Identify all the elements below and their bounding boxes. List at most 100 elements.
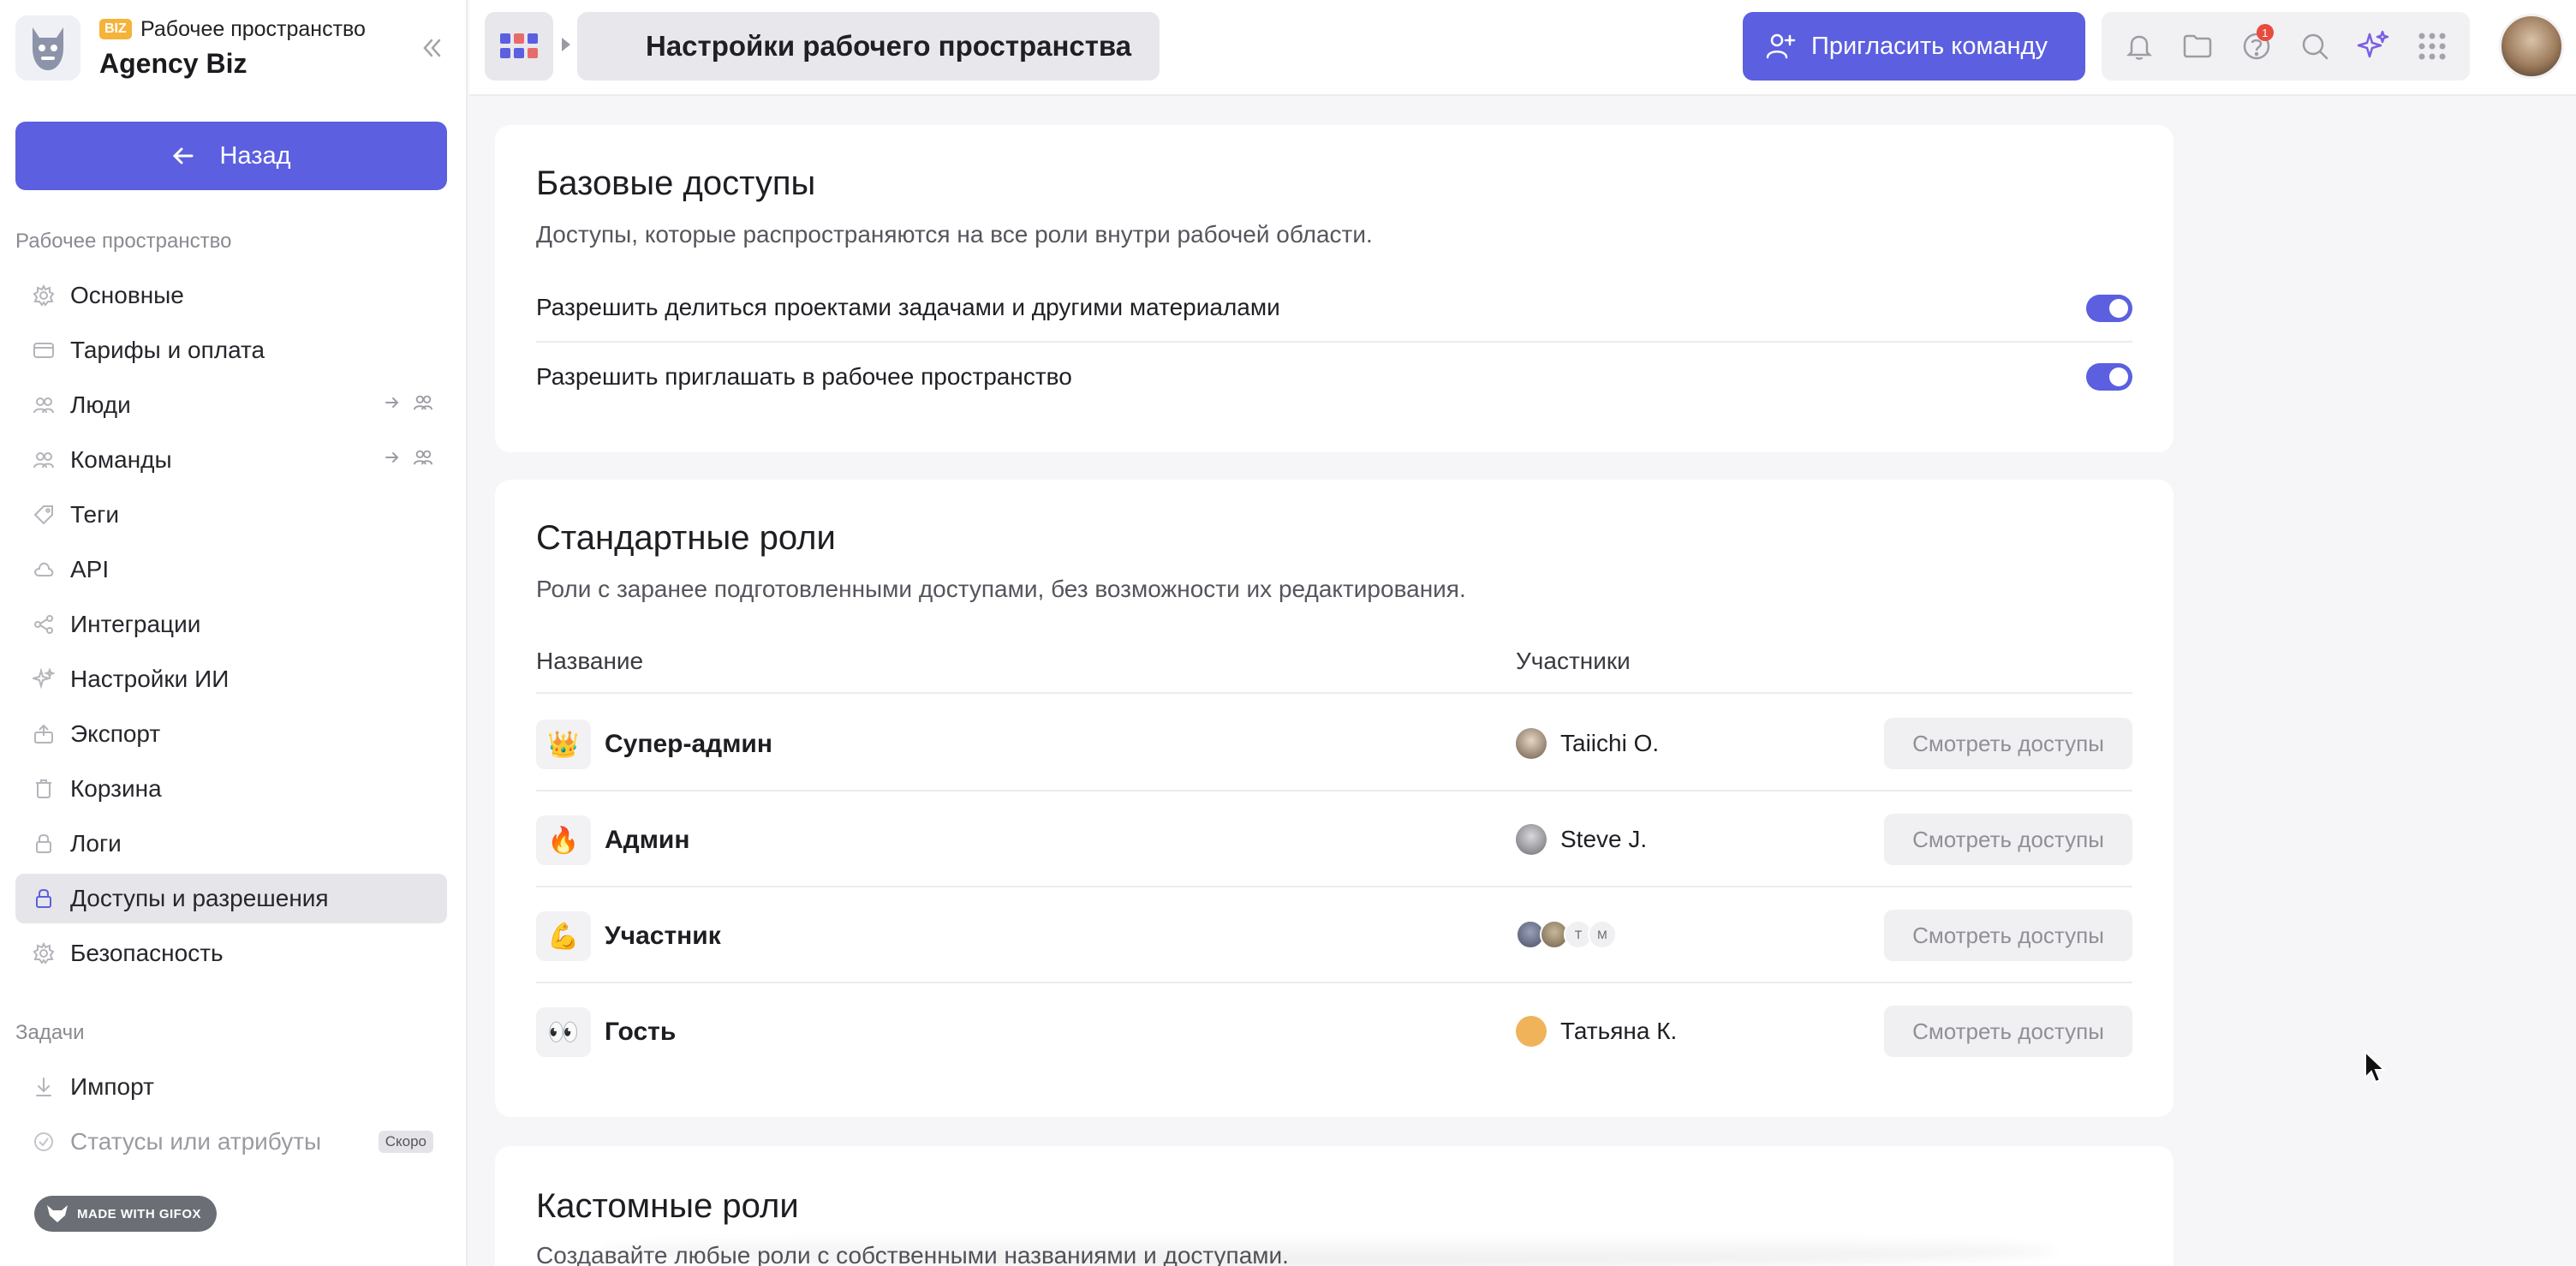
fire-icon: 🔥 xyxy=(536,815,591,865)
import-icon xyxy=(31,1074,57,1100)
sidebar-item-label: Команды xyxy=(70,446,172,473)
bottom-shadow xyxy=(599,1233,2055,1266)
arrow-left-icon xyxy=(173,147,194,164)
sidebar-item-label: Настройки ИИ xyxy=(70,666,230,692)
sidebar-item-access-permissions[interactable]: Доступы и разрешения xyxy=(15,874,447,923)
people-icon xyxy=(413,395,433,410)
avatar xyxy=(1516,728,1547,759)
workspace-logo xyxy=(15,15,80,81)
ai-sparkle-icon[interactable] xyxy=(2352,26,2394,67)
lock-icon xyxy=(31,831,57,857)
sidebar-item-tags[interactable]: Теги xyxy=(15,490,447,540)
column-header-name: Название xyxy=(536,648,644,674)
role-name: Гость xyxy=(605,1018,677,1046)
sidebar-item-label: Люди xyxy=(70,391,131,418)
table-row: 💪 Участник T M Смотреть доступы xyxy=(536,887,2132,983)
section-title-tasks: Задачи xyxy=(15,1021,85,1044)
basic-access-title: Базовые доступы xyxy=(536,164,816,202)
sidebar-item-label: API xyxy=(70,556,110,582)
sidebar-item-api[interactable]: API xyxy=(15,545,447,594)
sidebar-item-label: Теги xyxy=(70,501,119,528)
lock-icon xyxy=(31,886,57,911)
basic-access-description: Доступы, которые распространяются на все… xyxy=(536,221,1373,248)
breadcrumb-separator-icon xyxy=(562,38,570,51)
search-icon[interactable] xyxy=(2294,26,2335,67)
topbar: Настройки рабочего пространства Пригласи… xyxy=(469,0,2576,96)
avatar-stack: T M xyxy=(1516,920,1617,949)
roles-table-header: Название Участники xyxy=(536,630,2132,694)
sidebar-item-label: Основные xyxy=(70,282,184,308)
gifox-watermark: MADE WITH GIFOX xyxy=(34,1196,217,1232)
trash-icon xyxy=(31,776,57,802)
table-row: 👀 Гость Татьяна К. Смотреть доступы xyxy=(536,983,2132,1079)
cloud-icon xyxy=(31,557,57,582)
sidebar-item-label: Безопасность xyxy=(70,940,224,966)
sidebar-item-trash[interactable]: Корзина xyxy=(15,764,447,814)
share-permission-toggle[interactable] xyxy=(2086,295,2132,322)
sidebar-item-export[interactable]: Экспорт xyxy=(15,709,447,759)
sidebar-item-ai-settings[interactable]: Настройки ИИ xyxy=(15,654,447,704)
view-permissions-button[interactable]: Смотреть доступы xyxy=(1884,910,2132,961)
help-icon[interactable]: 1 xyxy=(2236,24,2277,67)
table-row: 🔥 Админ Steve J. Смотреть доступы xyxy=(536,791,2132,887)
section-title-workspace: Рабочее пространство xyxy=(15,230,232,253)
sidebar-item-label: Тарифы и оплата xyxy=(70,337,265,363)
avatar xyxy=(1516,824,1547,855)
view-permissions-button[interactable]: Смотреть доступы xyxy=(1884,718,2132,769)
permission-label: Разрешить делиться проектами задачами и … xyxy=(536,294,1280,320)
invite-team-button[interactable]: Пригласить команду xyxy=(1743,12,2085,81)
cursor-icon xyxy=(2364,1050,2387,1084)
role-member: Taiichi O. xyxy=(1516,728,1659,759)
sidebar-item-label: Импорт xyxy=(70,1073,154,1100)
role-name: Участник xyxy=(605,922,721,950)
view-permissions-button[interactable]: Смотреть доступы xyxy=(1884,1006,2132,1057)
sidebar-item-statuses: Статусы или атрибуты Скоро xyxy=(15,1117,447,1167)
invite-label: Пригласить команду xyxy=(1811,32,2048,60)
workspace-label: Рабочее пространство xyxy=(140,17,366,41)
view-permissions-button[interactable]: Смотреть доступы xyxy=(1884,814,2132,865)
back-label: Назад xyxy=(219,141,291,170)
folder-icon[interactable] xyxy=(2177,26,2218,67)
sidebar-item-label: Интеграции xyxy=(70,611,201,637)
back-button[interactable]: Назад xyxy=(15,122,447,190)
sidebar-item-label: Корзина xyxy=(70,775,162,802)
notification-count: 1 xyxy=(2256,24,2274,41)
workspace-header[interactable]: BIZ Рабочее пространство Agency Biz xyxy=(15,15,452,81)
apps-button[interactable] xyxy=(485,12,553,81)
permission-row: Разрешить приглашать в рабочее пространс… xyxy=(536,343,2132,411)
plan-badge: BIZ xyxy=(99,19,132,39)
breadcrumb-label: Настройки рабочего пространства xyxy=(646,30,1132,62)
permission-row: Разрешить делиться проектами задачами и … xyxy=(536,274,2132,343)
sparkle-icon xyxy=(31,666,57,692)
soon-badge: Скоро xyxy=(378,1131,433,1153)
role-member: T M xyxy=(1516,920,1617,949)
sidebar-item-label: Доступы и разрешения xyxy=(70,885,329,911)
sidebar-item-security[interactable]: Безопасность xyxy=(15,929,447,978)
role-member: Steve J. xyxy=(1516,824,1647,855)
sidebar-item-logs[interactable]: Логи xyxy=(15,819,447,869)
workspace-name: Agency Biz xyxy=(99,48,247,79)
member-name: Steve J. xyxy=(1560,826,1648,852)
team-icon xyxy=(31,447,57,473)
sidebar-item-import[interactable]: Импорт xyxy=(15,1062,447,1112)
bell-icon[interactable] xyxy=(2119,26,2160,67)
invite-permission-toggle[interactable] xyxy=(2086,363,2132,391)
collapse-sidebar-icon[interactable] xyxy=(411,27,452,69)
role-member: Татьяна К. xyxy=(1516,1016,1677,1047)
sidebar-item-billing[interactable]: Тарифы и оплата xyxy=(15,325,447,375)
custom-roles-title: Кастомные роли xyxy=(536,1187,799,1225)
sidebar: BIZ Рабочее пространство Agency Biz Наза… xyxy=(0,0,468,1266)
column-header-members: Участники xyxy=(1516,648,1631,674)
people-icon xyxy=(413,450,433,465)
sidebar-item-people[interactable]: Люди xyxy=(15,380,447,430)
people-icon xyxy=(31,392,57,418)
tag-icon xyxy=(31,502,57,528)
user-avatar[interactable] xyxy=(2499,14,2564,79)
breadcrumb[interactable]: Настройки рабочего пространства xyxy=(577,12,1160,81)
apps-grid-icon[interactable] xyxy=(2412,26,2453,67)
sidebar-item-general[interactable]: Основные xyxy=(15,271,447,320)
table-row: 👑 Супер-админ Taiichi O. Смотреть доступ… xyxy=(536,696,2132,791)
sidebar-item-teams[interactable]: Команды xyxy=(15,435,447,485)
sidebar-item-integrations[interactable]: Интеграции xyxy=(15,600,447,649)
avatar xyxy=(1516,1016,1547,1047)
